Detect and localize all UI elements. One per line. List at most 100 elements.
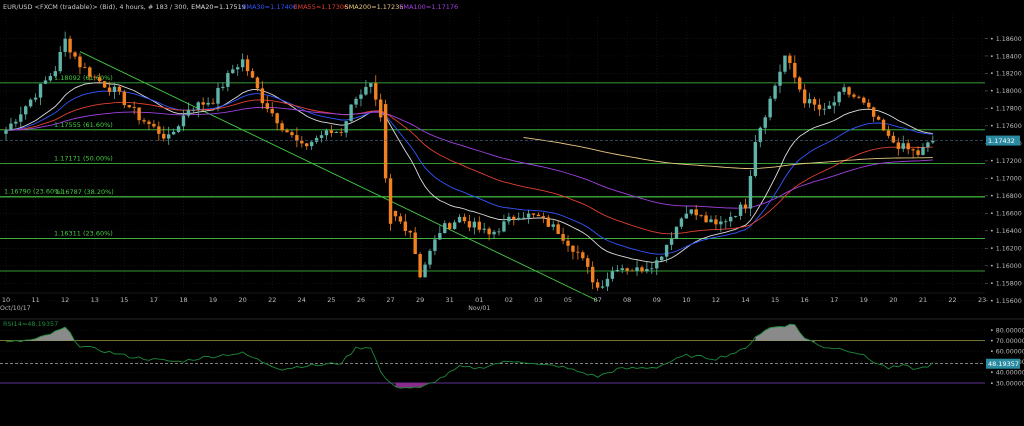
candle-body (186, 110, 191, 116)
candle-body (462, 216, 467, 222)
candle-body (73, 52, 77, 57)
candle-body (280, 123, 284, 131)
candle-body (97, 77, 102, 82)
rsi-tick-label: • 40.00000 (990, 370, 1024, 377)
candle-body (615, 269, 620, 272)
candle-body (901, 143, 905, 149)
candle-body (260, 88, 265, 104)
price-tick-label: • 1.16600 (990, 211, 1022, 218)
price-tick-label: • 1.18200 (990, 71, 1022, 78)
time-tick-label: 19 (860, 296, 868, 304)
candle-body (393, 210, 398, 217)
candle-body (388, 178, 393, 224)
candle-body (876, 116, 881, 120)
time-tick-label: 17 (150, 296, 158, 304)
candle-body (319, 135, 324, 138)
candle-body (196, 102, 200, 110)
indicator-label: SMA200=1.17236 (345, 3, 404, 11)
rsi-tick-label: • 80.00000 (990, 327, 1024, 334)
candle-body (847, 87, 851, 95)
candle-body (452, 222, 457, 229)
candle-body (714, 219, 718, 225)
candle-body (822, 108, 827, 110)
price-tick-label: • 1.15800 (990, 281, 1022, 288)
candle-body (68, 38, 72, 53)
candle-body (536, 214, 541, 217)
indicator-label: EMA30=1.17400 (242, 3, 297, 11)
candlestick-chart[interactable]: 1.18092 (61.60%)1.17555 (61.60%)1.17171 … (0, 0, 1024, 426)
candle-body (33, 97, 38, 100)
candle-body (88, 67, 92, 77)
candle-body (48, 76, 53, 81)
candle (418, 252, 422, 279)
candle-body (600, 286, 605, 288)
candle-body (137, 107, 141, 121)
candle-body (314, 137, 319, 142)
candle-body (24, 106, 28, 115)
price-tick-label: • 1.17200 (990, 158, 1022, 165)
candle-body (255, 77, 260, 89)
candle-body (152, 123, 156, 127)
candle-body (216, 87, 220, 104)
candle-body (221, 86, 225, 88)
candle-body (107, 87, 112, 92)
candle (388, 173, 393, 231)
candle-body (640, 267, 644, 272)
candle-body (605, 278, 610, 287)
candle-body (117, 86, 122, 92)
chart-window: 1.18092 (61.60%) 1.17555 (61.60%) 1.17171 … (0, 0, 1024, 426)
candle-body (433, 239, 437, 251)
candle-body (53, 71, 57, 77)
candle-body (763, 117, 767, 128)
candle-body (418, 254, 422, 278)
time-tick-label: 23 (978, 296, 986, 304)
candle-body (783, 55, 787, 72)
candle-body (4, 130, 8, 134)
candle-body (275, 113, 279, 124)
candle-body (620, 268, 624, 270)
candle-body (689, 209, 693, 214)
price-tick-label: • 1.16400 (990, 228, 1022, 235)
rsi-value-label: 48.19357 (988, 360, 1019, 368)
candle-body (19, 114, 23, 122)
candle-body (344, 121, 348, 133)
indicator-label: EMA20=1.17519 (191, 3, 246, 11)
candle-body (906, 143, 910, 150)
candle-body (788, 55, 792, 63)
time-tick-label: 13 (91, 296, 99, 304)
candle-body (157, 126, 161, 134)
candle-body (9, 123, 13, 131)
time-sublabel: Oct/10/17 (0, 305, 31, 312)
price-tick-label: • 1.16000 (990, 263, 1022, 270)
candle-body (517, 217, 521, 220)
time-tick-label: 21 (919, 296, 927, 304)
candle-body (14, 121, 18, 124)
candle-body (921, 147, 925, 155)
chart-title: EUR/USD <FXCM (tradable)> (Bid), 4 hours… (3, 3, 189, 11)
candle (768, 96, 772, 121)
time-tick-label: 31 (446, 296, 454, 304)
candle-body (812, 99, 817, 105)
candle-body (595, 282, 600, 288)
candle-body (526, 213, 531, 218)
candle-body (832, 102, 836, 106)
time-tick-label: 22 (268, 296, 276, 304)
time-tick-label: 10 (682, 296, 690, 304)
price-tick-label: • 1.16200 (990, 246, 1022, 253)
candle-body (487, 228, 491, 235)
price-tick-label: • 1.18000 (990, 88, 1022, 95)
candle-body (408, 231, 412, 233)
time-tick-label: 20 (889, 296, 897, 304)
candle-body (329, 130, 334, 133)
candle (349, 103, 353, 122)
candle-body (359, 94, 363, 99)
candle-body (645, 268, 649, 272)
candle (102, 81, 107, 88)
candle-body (497, 231, 501, 233)
candle-body (669, 238, 674, 245)
candle-body (931, 140, 935, 143)
candle-body (679, 218, 684, 227)
candle-body (309, 141, 314, 147)
candle-body (147, 121, 151, 124)
candle-body (867, 102, 871, 108)
